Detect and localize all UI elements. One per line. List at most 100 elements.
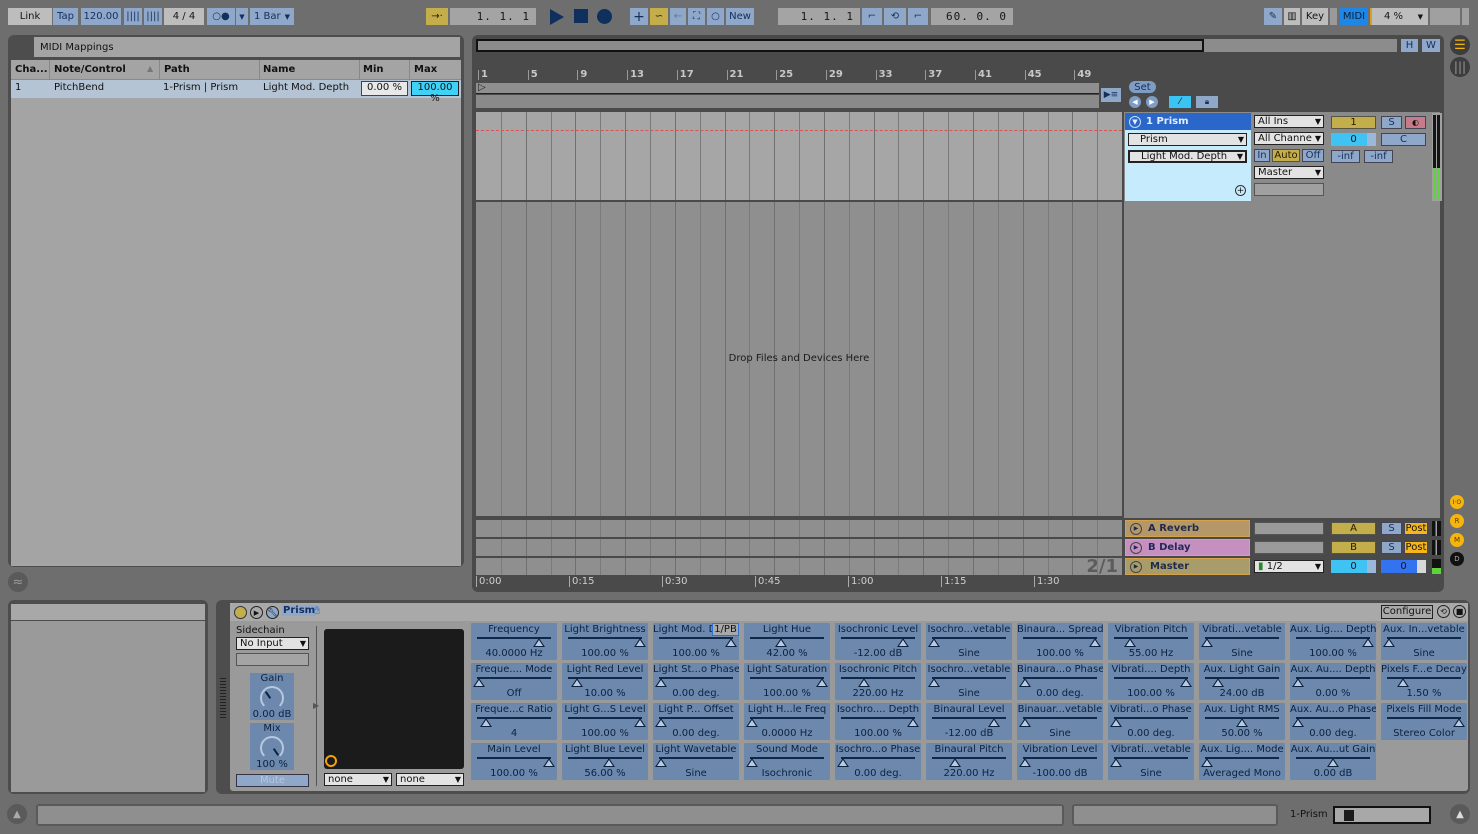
pan-slider[interactable]: C	[1381, 133, 1426, 146]
info-view-toggle[interactable]: ▲	[7, 804, 27, 824]
master-volume-slider[interactable]: 0	[1331, 560, 1376, 573]
automation-arm-button[interactable]: ∽	[650, 8, 668, 25]
parameter-slider[interactable]: Pixels F...e Decay 1.50 %	[1381, 663, 1467, 700]
return-b-io-area[interactable]	[1254, 541, 1324, 554]
parameter-slider[interactable]: Light Saturation 100.00 %	[744, 663, 830, 700]
parameter-slider[interactable]: Vibration Pitch 55.00 Hz	[1108, 623, 1194, 660]
device-title[interactable]: Prism	[282, 605, 317, 616]
monitor-in-button[interactable]: In	[1254, 149, 1270, 162]
arrangement-position-field[interactable]: 1. 1. 1	[450, 8, 536, 25]
overview-height-button[interactable]: H	[1401, 39, 1418, 52]
hot-swap-button[interactable]: ⟲	[1437, 605, 1450, 618]
volume-slider[interactable]: 0	[1331, 133, 1376, 146]
key-map-button[interactable]: Key	[1302, 8, 1328, 25]
input-type-chooser[interactable]: All Ins ▼	[1254, 115, 1324, 128]
parameter-handle-icon[interactable]	[1383, 638, 1395, 647]
parameter-handle-icon[interactable]	[1453, 718, 1465, 727]
parameter-handle-icon[interactable]	[949, 758, 961, 767]
parameter-slider[interactable]: Aux. Light RMS 50.00 %	[1199, 703, 1285, 740]
return-lane-a[interactable]	[476, 520, 1122, 537]
parameter-slider[interactable]: Freque...c Ratio 4	[471, 703, 557, 740]
output-channel-chooser[interactable]	[1254, 183, 1324, 196]
column-header-min[interactable]: Min	[363, 64, 384, 75]
play-button[interactable]	[550, 9, 564, 25]
bar-ruler[interactable]: 1 5 9 13 17 21 25 29 33 37 41 45 49	[476, 68, 1121, 82]
output-type-chooser[interactable]: Master ▼	[1254, 166, 1324, 179]
parameter-slider[interactable]: Aux. Au...ut Gain 0.00 dB	[1290, 743, 1376, 780]
parameter-handle-icon[interactable]	[571, 678, 583, 687]
parameter-slider[interactable]: Light G...S Level 100.00 %	[562, 703, 648, 740]
parameter-slider[interactable]: Binaural Pitch 220.00 Hz	[926, 743, 1012, 780]
monitor-auto-button[interactable]: Auto	[1272, 149, 1300, 162]
parameter-handle-icon[interactable]	[634, 718, 646, 727]
parameter-handle-icon[interactable]	[1019, 758, 1031, 767]
parameter-handle-icon[interactable]	[473, 678, 485, 687]
arrangement-overview[interactable]	[476, 39, 1397, 52]
parameter-handle-icon[interactable]	[775, 638, 788, 647]
solo-button[interactable]: S	[1381, 116, 1402, 129]
parameter-handle-icon[interactable]	[1089, 638, 1101, 647]
time-ruler[interactable]: 0:00 0:15 0:30 0:45 1:00 1:15 1:30	[476, 576, 1122, 588]
parameter-slider[interactable]: Light Blue Level 56.00 %	[562, 743, 648, 780]
overview-visible-range[interactable]	[476, 39, 1204, 52]
parameter-handle-icon[interactable]	[1201, 638, 1213, 647]
parameter-handle-icon[interactable]	[1124, 638, 1136, 647]
column-header-path[interactable]: Path	[164, 64, 190, 75]
parameter-slider[interactable]: Binaura...o Phase 0.00 deg.	[1017, 663, 1103, 700]
io-toggle-button[interactable]: I·O	[1450, 495, 1464, 509]
new-button[interactable]: New	[726, 8, 754, 25]
capture-button[interactable]: ⛶	[688, 8, 705, 25]
follow-playback-button[interactable]: ▶≡	[1101, 88, 1121, 102]
parameter-slider[interactable]: Isochro.... Depth 100.00 %	[835, 703, 921, 740]
gain-knob[interactable]: Gain 0.00 dB	[250, 673, 294, 720]
master-cue-volume-slider[interactable]: 0	[1381, 560, 1426, 573]
play-circle-icon[interactable]: ▶	[1130, 522, 1142, 535]
cpu-load-meter[interactable]: 4 % ▼	[1370, 8, 1428, 25]
parameter-slider[interactable]: Isochro...vetable Sine	[926, 623, 1012, 660]
play-circle-icon[interactable]: ▶	[1130, 541, 1142, 554]
parameter-handle-icon[interactable]	[1292, 718, 1304, 727]
punch-in-button[interactable]: ⌐	[862, 8, 882, 25]
parameter-slider[interactable]: Pixels Fill Mode Stereo Color	[1381, 703, 1467, 740]
mix-knob[interactable]: Mix 100 %	[250, 723, 294, 770]
parameter-handle-icon[interactable]	[896, 638, 909, 647]
min-value-field[interactable]: 0.00 %	[361, 81, 408, 96]
set-locator-button[interactable]: Set	[1129, 81, 1156, 93]
parameter-slider[interactable]: Frequency 40.0000 Hz	[471, 623, 557, 660]
parameter-slider[interactable]: Light P... Offset 0.00 deg.	[653, 703, 739, 740]
peak-right-display[interactable]: -inf	[1364, 150, 1393, 163]
master-track-header[interactable]: ▶ Master	[1125, 558, 1250, 575]
return-a-solo-button[interactable]: S	[1381, 522, 1402, 535]
returns-toggle-button[interactable]: R	[1450, 514, 1464, 528]
play-circle-icon[interactable]: ▶	[1130, 560, 1142, 573]
device-configure-button[interactable]: Configure	[1381, 605, 1433, 619]
parameter-handle-icon[interactable]	[858, 678, 870, 687]
master-output-chooser[interactable]: ▮ 1/2 ▼	[1254, 560, 1324, 573]
add-automation-lane-button[interactable]: +	[1235, 185, 1246, 196]
parameter-slider[interactable]: Isochro...vetable Sine	[926, 663, 1012, 700]
overview-width-button[interactable]: W	[1422, 39, 1440, 52]
arrangement-session-view-button[interactable]: ☰	[1450, 35, 1470, 55]
parameter-slider[interactable]: Sound Mode Isochronic	[744, 743, 830, 780]
device-chain-overview[interactable]	[1333, 806, 1431, 824]
column-header-max[interactable]: Max	[414, 64, 437, 75]
arm-button[interactable]: ◐	[1405, 116, 1426, 129]
parameter-slider[interactable]: Vibration Level -100.00 dB	[1017, 743, 1103, 780]
parameter-slider[interactable]: Aux. Lig.... Depth 100.00 %	[1290, 623, 1376, 660]
mute-button[interactable]: Mute	[236, 774, 309, 787]
punch-out-button[interactable]: ⌐	[908, 8, 928, 25]
column-header-name[interactable]: Name	[263, 64, 295, 75]
parameter-handle-icon[interactable]	[543, 758, 555, 767]
xy-pad[interactable]	[324, 629, 464, 769]
parameter-handle-icon[interactable]	[1201, 758, 1213, 767]
parameter-handle-icon[interactable]	[634, 638, 646, 647]
return-a-io-area[interactable]	[1254, 522, 1324, 535]
parameter-handle-icon[interactable]	[746, 718, 758, 727]
return-track-b-header[interactable]: ▶ B Delay	[1125, 539, 1250, 556]
computer-midi-keyboard-button[interactable]: ▥	[1284, 8, 1300, 25]
metronome-options-dropdown[interactable]: ▼	[236, 8, 248, 25]
sidechain-input-chooser[interactable]: No Input ▼	[236, 637, 309, 650]
tempo-field[interactable]: 120.00	[81, 8, 121, 25]
column-header-channel[interactable]: Cha...	[15, 64, 48, 75]
return-b-post-button[interactable]: Post	[1404, 541, 1428, 554]
